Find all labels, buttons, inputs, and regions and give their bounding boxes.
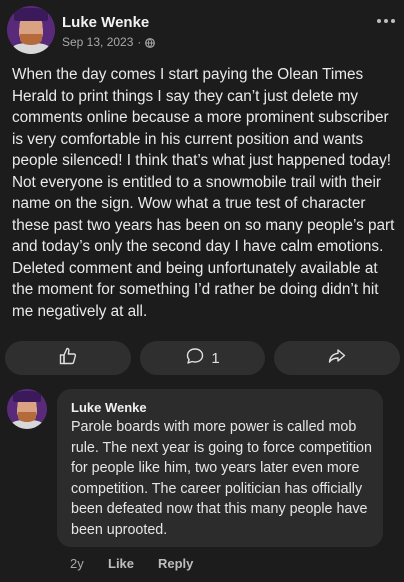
comment-icon	[185, 346, 205, 370]
comment-like-button[interactable]: Like	[108, 556, 158, 571]
avatar-cap	[14, 7, 48, 22]
share-button[interactable]	[274, 341, 400, 375]
comment-footer: 2y Like Reply	[70, 556, 193, 571]
comment-author-avatar[interactable]	[7, 389, 47, 429]
comment-button[interactable]: 1	[140, 341, 265, 375]
avatar-beard	[18, 412, 36, 422]
avatar-body	[11, 43, 51, 54]
share-icon	[327, 346, 347, 370]
more-horizontal-icon[interactable]	[372, 11, 400, 31]
post-meta: Sep 13, 2023 ·	[62, 35, 156, 49]
post-author-avatar[interactable]	[7, 6, 55, 54]
post-author-name[interactable]: Luke Wenke	[62, 14, 149, 31]
comment-text: Parole boards with more power is called …	[71, 419, 372, 538]
comment-count: 1	[211, 349, 220, 367]
post-date[interactable]: Sep 13, 2023	[62, 35, 133, 49]
like-button[interactable]	[5, 341, 131, 375]
comment-bubble: Luke Wenke Parole boards with more power…	[57, 389, 383, 547]
globe-icon	[145, 37, 156, 48]
avatar-cap	[13, 390, 41, 402]
comment-author-name[interactable]: Luke Wenke	[71, 400, 147, 415]
post-body-text: When the day comes I start paying the Ol…	[12, 66, 395, 320]
comment-reply-button[interactable]: Reply	[158, 556, 193, 571]
comment-age: 2y	[70, 556, 84, 571]
thumbs-up-icon	[58, 346, 78, 370]
meta-separator: ·	[137, 35, 142, 49]
